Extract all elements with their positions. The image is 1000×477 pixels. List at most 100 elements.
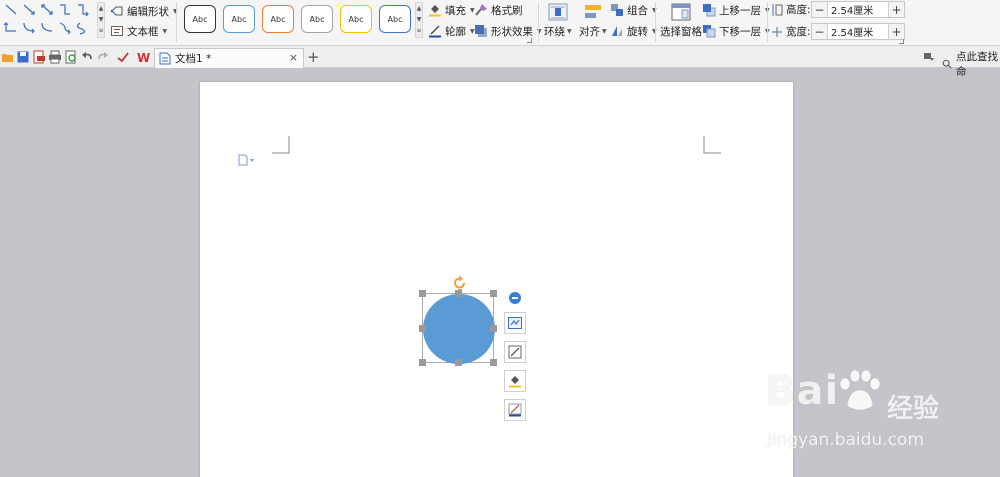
rotate-button[interactable]: 旋转 ▼ (610, 22, 657, 40)
resize-handle-w[interactable] (419, 325, 426, 332)
height-spinner[interactable]: − 2.54厘米 + (811, 1, 905, 18)
gallery-scroll-up-icon[interactable]: ▲ (98, 3, 104, 14)
shape-style-button[interactable] (504, 341, 526, 363)
resize-handle-n[interactable] (455, 290, 462, 297)
open-folder-icon[interactable] (1, 50, 15, 64)
fill-button[interactable]: 填充 ▼ (428, 1, 475, 19)
customize-toolbar-icon[interactable] (116, 50, 130, 64)
textbox-label: 文本框 (127, 25, 159, 38)
textbox-button[interactable]: 文本框 ▼ (110, 22, 167, 40)
command-search-label: 点此查找命 (956, 51, 999, 78)
fill-label: 填充 (445, 4, 466, 17)
fill-bucket-icon (429, 5, 441, 17)
resize-handle-e[interactable] (490, 325, 497, 332)
style-preset-4[interactable]: Abc (301, 5, 333, 33)
layout-options-button[interactable] (504, 312, 526, 334)
collapse-toolbar-icon[interactable] (509, 292, 521, 304)
resize-handle-nw[interactable] (419, 290, 426, 297)
new-tab-icon[interactable]: + (307, 48, 320, 66)
print-icon[interactable] (48, 50, 62, 64)
style-more-icon[interactable]: ≡ (416, 25, 422, 36)
bring-forward-icon (703, 4, 716, 17)
baidu-jingyan-watermark: Bai 经验 jingyan.baidu.com (765, 368, 975, 468)
send-backward-button[interactable]: 下移一层 ▼ (702, 22, 770, 40)
undo-icon[interactable] (80, 50, 94, 64)
paragraph-options-icon[interactable] (238, 154, 254, 169)
align-button[interactable]: 对齐 ▼ (579, 3, 607, 39)
shape-effects-label: 形状效果 (491, 25, 533, 38)
format-painter-button[interactable]: 格式刷 (474, 1, 523, 19)
print-preview-icon[interactable] (64, 50, 78, 64)
watermark-brand-cn: 经验 (887, 394, 940, 424)
command-search[interactable]: 点此查找命 (942, 49, 1000, 79)
document-page[interactable] (200, 82, 793, 477)
resize-handle-s[interactable] (455, 359, 462, 366)
style-preset-3[interactable]: Abc (262, 5, 294, 33)
send-backward-label: 下移一层 (719, 25, 761, 38)
width-input[interactable]: 2.54厘米 (828, 24, 888, 39)
gallery-more-icon[interactable]: ≡ (98, 25, 104, 36)
wrap-button[interactable]: 环绕 ▼ (544, 3, 572, 39)
line-shapes-icon[interactable] (2, 1, 94, 37)
fill-bucket-icon (509, 376, 521, 388)
circle-shape[interactable] (423, 294, 495, 364)
gallery-scroll[interactable]: ▲ ▼ ≡ (97, 2, 105, 38)
selection-pane-button[interactable]: 选择窗格 (660, 3, 702, 39)
selected-shape[interactable] (419, 275, 497, 366)
rotate-label: 旋转 (627, 25, 648, 38)
shape-fill-button[interactable] (504, 370, 526, 392)
shape-outline-button[interactable] (504, 399, 526, 421)
resize-handle-sw[interactable] (419, 359, 426, 366)
document-icon (159, 52, 171, 65)
shape-style-icon (508, 345, 522, 359)
outline-label: 轮廓 (445, 25, 466, 38)
outline-button[interactable]: 轮廓 ▼ (428, 22, 475, 40)
width-icon (772, 26, 782, 37)
style-scroll-up-icon[interactable]: ▲ (416, 3, 422, 14)
style-preset-6[interactable]: Abc (379, 5, 411, 33)
wps-logo-icon[interactable]: W (136, 50, 150, 64)
search-icon (942, 59, 952, 69)
group-label: 组合 (627, 4, 648, 17)
width-decrease-button[interactable]: − (812, 24, 828, 39)
chevron-down-icon: ▼ (567, 28, 572, 35)
dialog-launcher-icon[interactable] (527, 38, 532, 43)
margin-corner-top-left (272, 136, 290, 154)
style-scroll-down-icon[interactable]: ▼ (416, 14, 422, 25)
export-pdf-icon[interactable] (32, 50, 46, 64)
paragraph-layout-icon (238, 154, 254, 166)
paw-logo-icon (839, 370, 881, 411)
height-increase-button[interactable]: + (888, 2, 904, 17)
gallery-scroll-down-icon[interactable]: ▼ (98, 14, 104, 25)
style-preset-1[interactable]: Abc (184, 5, 216, 33)
width-spinner[interactable]: − 2.54厘米 + (811, 23, 905, 40)
edit-shape-button[interactable]: 编辑形状 ▼ (110, 2, 178, 20)
close-tab-icon[interactable]: × (289, 51, 298, 64)
redo-icon[interactable] (96, 50, 110, 64)
bring-forward-label: 上移一层 (719, 4, 761, 17)
layout-options-icon (508, 317, 522, 329)
edit-shape-label: 编辑形状 (127, 5, 169, 18)
tab-document-1[interactable]: 文档1 * × (154, 48, 304, 68)
bring-forward-button[interactable]: 上移一层 ▼ (702, 1, 770, 19)
height-input[interactable]: 2.54厘米 (828, 2, 888, 17)
width-label: 宽度: (771, 24, 811, 39)
dialog-launcher-icon[interactable] (899, 39, 904, 44)
resize-handle-se[interactable] (490, 359, 497, 366)
rotate-handle-icon[interactable] (452, 275, 468, 291)
separator (176, 2, 177, 42)
selection-pane-icon (671, 3, 691, 21)
height-decrease-button[interactable]: − (812, 2, 828, 17)
group-button[interactable]: 组合 ▼ (610, 1, 657, 19)
width-increase-button[interactable]: + (888, 24, 904, 39)
line-shapes-gallery[interactable] (2, 1, 94, 37)
outline-pen-icon (508, 403, 522, 417)
style-preset-2[interactable]: Abc (223, 5, 255, 33)
style-gallery-scroll[interactable]: ▲ ▼ ≡ (415, 2, 423, 38)
save-icon[interactable] (16, 50, 30, 64)
text-wrap-icon (548, 3, 568, 21)
style-preset-5[interactable]: Abc (340, 5, 372, 33)
toolbar-options-icon[interactable] (923, 51, 935, 63)
outline-pen-icon (429, 25, 441, 38)
resize-handle-ne[interactable] (490, 290, 497, 297)
